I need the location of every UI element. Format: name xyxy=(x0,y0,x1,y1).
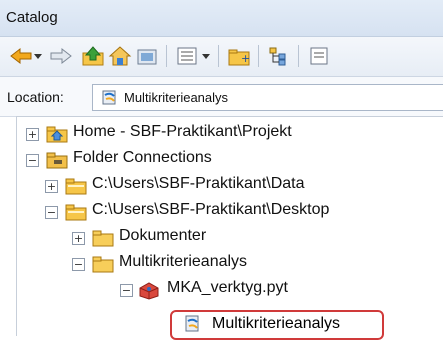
back-arrow-icon xyxy=(10,47,32,65)
tree-item-multikriterieanalys-tool[interactable]: Multikriterieanalys xyxy=(170,310,384,340)
folder-up-icon xyxy=(82,46,104,66)
forward-arrow-icon xyxy=(50,47,72,65)
location-field[interactable]: Multikriterieanalys xyxy=(92,84,443,111)
details-button[interactable] xyxy=(306,43,332,69)
expand-toggle[interactable]: + xyxy=(26,128,39,141)
tree-item-label: Multikriterieanalys xyxy=(119,253,248,270)
tree-icon xyxy=(269,47,286,66)
folder-connections-icon xyxy=(46,150,68,175)
back-button[interactable] xyxy=(8,43,34,69)
tree-item-home[interactable]: + Home - SBF-Praktikant\Projekt xyxy=(26,123,426,148)
catalog-tree: + Home - SBF-Praktikant\Projekt − Folder… xyxy=(16,116,443,340)
up-level-button[interactable] xyxy=(80,43,106,69)
tree-item-label: Folder Connections xyxy=(73,149,212,166)
home-folder-icon xyxy=(46,124,68,149)
tree-item-dokumenter[interactable]: + Dokumenter xyxy=(72,227,432,252)
collapse-toggle[interactable]: − xyxy=(72,258,85,271)
chevron-down-icon xyxy=(34,54,42,59)
tree-item-label: Dokumenter xyxy=(119,227,207,244)
folder-connection-icon xyxy=(65,202,87,227)
folder-icon xyxy=(92,228,114,253)
tree-item-label: MKA_verktyg.pyt xyxy=(167,279,288,296)
expand-toggle[interactable]: + xyxy=(45,180,58,193)
location-label: Location: xyxy=(7,89,64,105)
toolbox-icon xyxy=(137,280,161,305)
home-icon xyxy=(108,46,132,66)
location-value: Multikriterieanalys xyxy=(124,90,229,105)
tree-item-label: Multikriterieanalys xyxy=(212,315,341,332)
connect-folder-button[interactable] xyxy=(134,43,160,69)
tree-item-label: C:\Users\SBF-Praktikant\Data xyxy=(92,175,305,192)
expand-toggle[interactable]: + xyxy=(72,232,85,245)
tree-item-label: Home - SBF-Praktikant\Projekt xyxy=(73,123,292,140)
forward-button[interactable] xyxy=(48,43,74,69)
collapse-toggle[interactable]: − xyxy=(120,284,133,297)
toolbar-separator xyxy=(258,45,259,67)
toolbar-separator xyxy=(298,45,299,67)
tree-item-mka-verktyg[interactable]: − MKA_verktyg.pyt xyxy=(120,279,420,304)
collapse-toggle[interactable]: − xyxy=(45,206,58,219)
tree-item-desktop[interactable]: − C:\Users\SBF-Praktikant\Desktop xyxy=(45,201,435,226)
python-script-icon xyxy=(185,314,201,338)
view-dropdown-button[interactable] xyxy=(200,43,212,69)
back-dropdown-button[interactable] xyxy=(32,43,44,69)
location-bar: Location: Multikriterieanalys xyxy=(0,77,443,117)
list-view-icon xyxy=(177,47,197,65)
view-button[interactable] xyxy=(174,43,200,69)
home-button[interactable] xyxy=(107,43,133,69)
add-folder-icon: + xyxy=(228,49,250,66)
title-bar: Catalog xyxy=(0,0,443,37)
details-icon xyxy=(310,47,328,65)
tree-item-data[interactable]: + C:\Users\SBF-Praktikant\Data xyxy=(45,175,435,200)
folder-connection-icon xyxy=(65,176,87,201)
python-toolbox-icon xyxy=(102,89,118,111)
tree-view-button[interactable] xyxy=(266,43,292,69)
svg-text:+: + xyxy=(241,52,250,65)
gallery-icon xyxy=(137,49,157,65)
tree-item-folder-connections[interactable]: − Folder Connections xyxy=(26,149,426,174)
tree-item-multikriterieanalys-folder[interactable]: − Multikriterieanalys xyxy=(72,253,432,278)
toolbar-separator xyxy=(218,45,219,67)
tree-item-label: C:\Users\SBF-Praktikant\Desktop xyxy=(92,201,330,218)
toolbar-separator xyxy=(166,45,167,67)
folder-icon xyxy=(92,254,114,279)
new-folder-button[interactable]: + xyxy=(226,43,252,69)
chevron-down-icon xyxy=(202,54,210,59)
window-title: Catalog xyxy=(6,9,58,26)
collapse-toggle[interactable]: − xyxy=(26,154,39,167)
toolbar: + xyxy=(0,37,443,77)
